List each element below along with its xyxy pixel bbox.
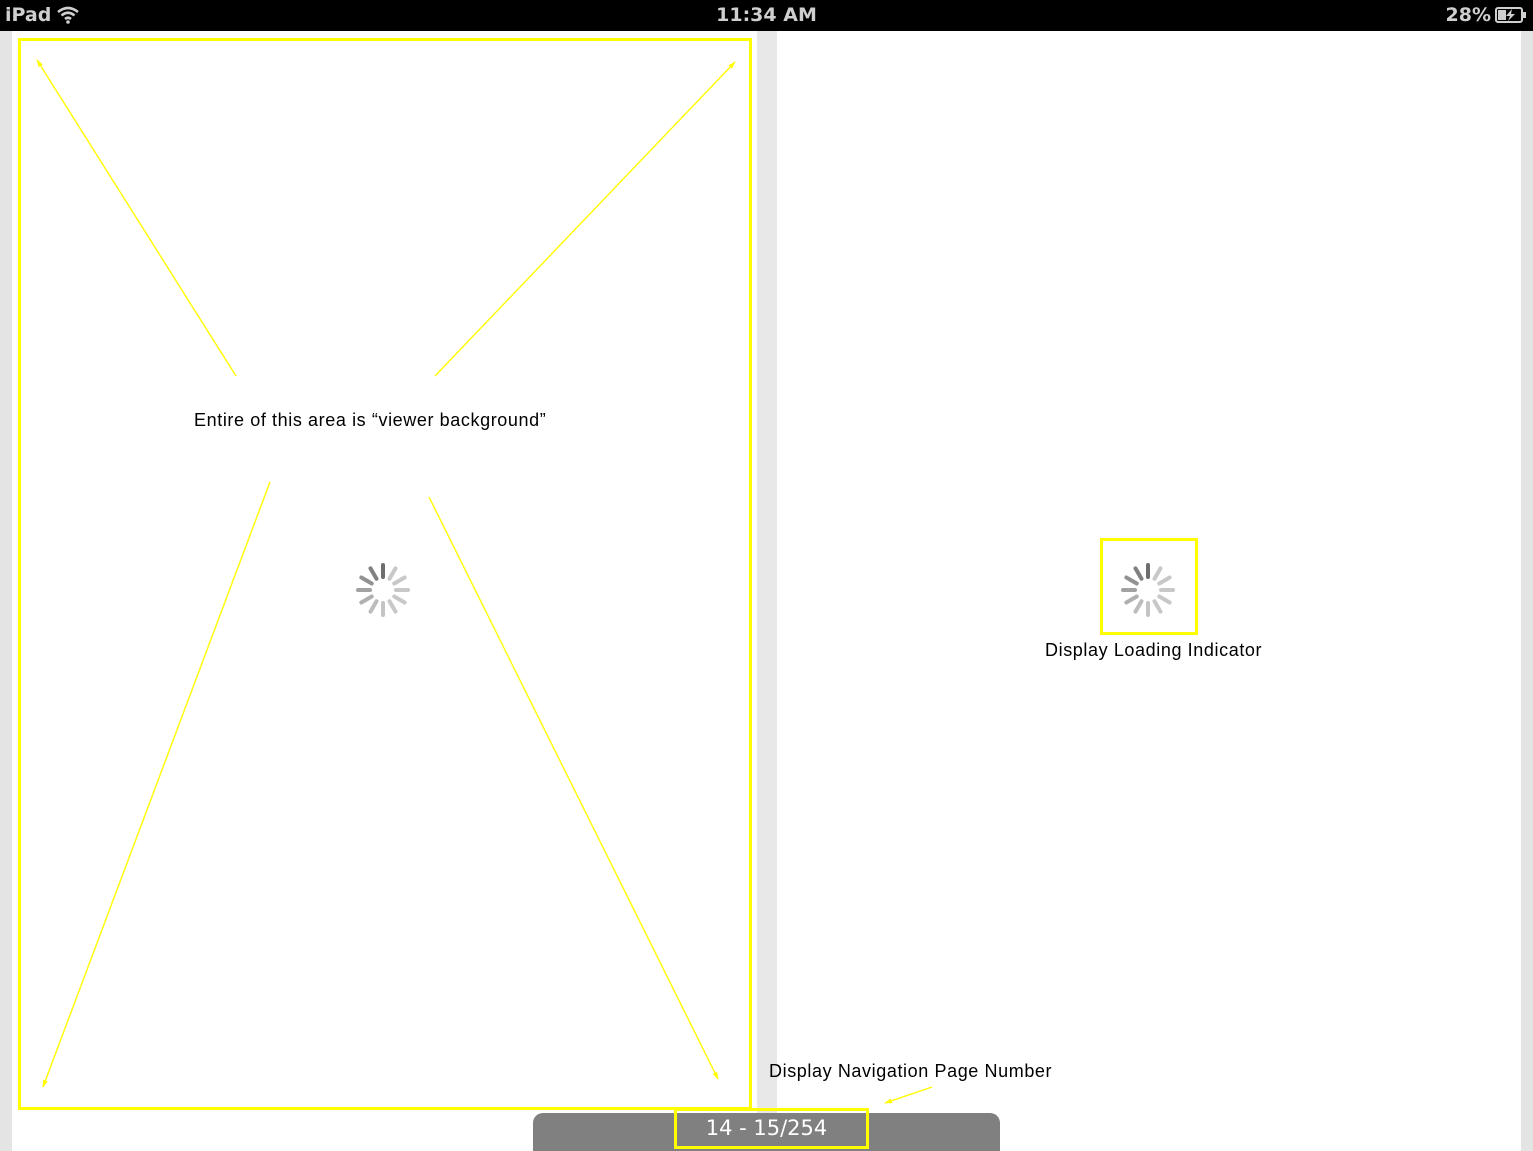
viewer-left-edge	[0, 31, 12, 1151]
page-spread-gutter	[757, 31, 777, 1151]
annotation-navigation-page-number: Display Navigation Page Number	[769, 1061, 1053, 1081]
viewer-right-edge	[1521, 31, 1533, 1151]
status-bar: iPad 11:34 AM 28%	[0, 0, 1533, 31]
ipad-screen: iPad 11:34 AM 28% 14 - 15/254 Entire of …	[0, 0, 1533, 1151]
page-number-highlight-box	[674, 1108, 869, 1149]
status-time: 11:34 AM	[716, 4, 817, 26]
status-battery-percent: 28%	[1445, 4, 1491, 26]
battery-charging-icon	[1495, 7, 1526, 23]
viewer-background-highlight-box	[18, 38, 752, 1110]
annotation-viewer-background: Entire of this area is “viewer backgroun…	[194, 410, 547, 430]
loading-indicator-highlight-box	[1100, 538, 1198, 635]
annotation-loading-indicator: Display Loading Indicator	[1045, 640, 1263, 660]
